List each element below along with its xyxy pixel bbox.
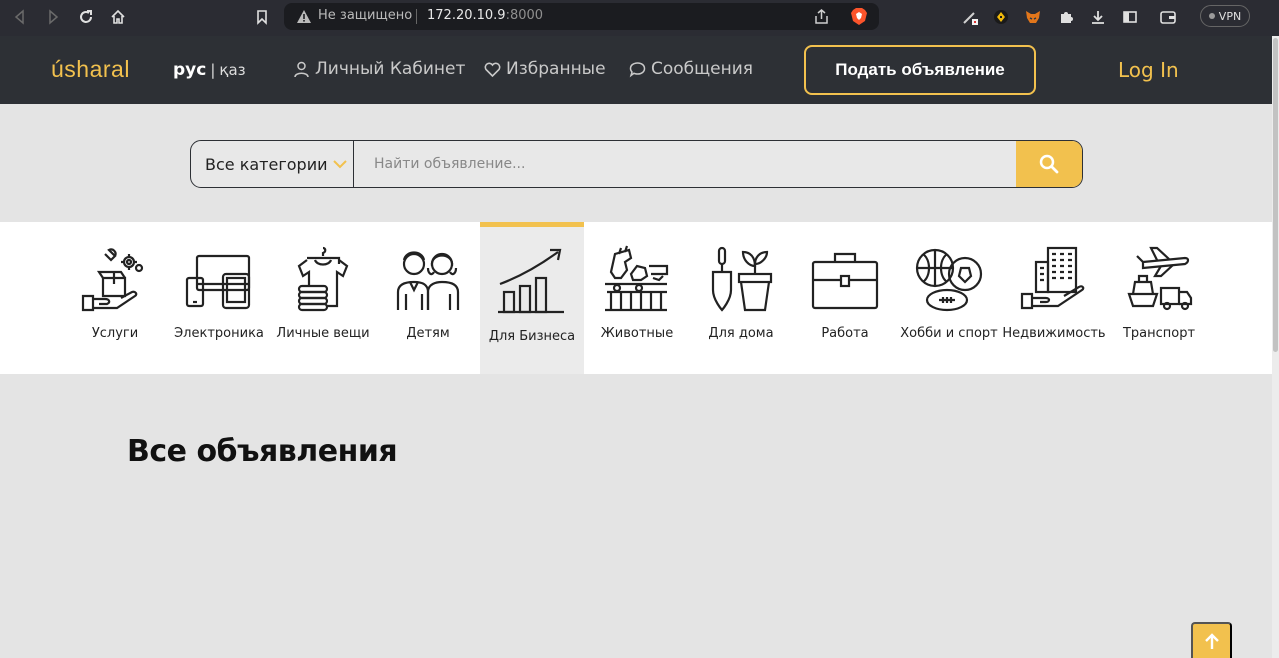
site-logo[interactable]: úsharal [51,56,130,83]
home-icon[interactable] [107,6,129,28]
category-services[interactable]: Услуги [63,222,167,374]
vpn-label: VPN [1218,9,1242,23]
category-sport-label: Хобби и спорт [900,326,998,341]
category-work-label: Работа [821,326,869,341]
scrollbar-thumb[interactable] [1273,38,1278,352]
extensions-puzzle-icon[interactable] [1056,7,1076,27]
electronics-icon [185,254,251,310]
category-realestate-label: Недвижимость [1002,326,1106,341]
animals-icon [605,245,669,312]
address-divider [416,9,417,24]
nav-account-label: Личный Кабинет [315,59,466,79]
search-input[interactable] [355,141,1017,187]
arrow-up-icon [1204,633,1219,649]
share-icon[interactable] [813,8,830,25]
category-business-label: Для Бизнеса [488,329,576,344]
services-icon [81,248,144,312]
metamask-fox-icon[interactable] [1023,7,1043,27]
reload-icon[interactable] [75,6,97,28]
category-personal[interactable]: Личные вещи [271,222,375,374]
vpn-button[interactable]: VPN [1200,5,1250,27]
chevron-down-icon [333,160,348,169]
brave-shield-icon[interactable] [850,7,868,26]
category-sport[interactable]: Хобби и спорт [897,222,1001,374]
briefcase-icon [811,252,879,310]
real-estate-icon [1020,246,1085,310]
category-strip: Услуги Электроника Личные вещи Детям Для… [0,222,1272,374]
binance-extension-icon[interactable] [991,7,1011,27]
user-icon [294,61,309,77]
category-animals-label: Животные [600,326,674,341]
category-services-label: Услуги [91,326,139,341]
security-label: Не защищено [318,8,413,23]
search-button[interactable] [1016,141,1082,187]
message-icon [629,61,646,77]
category-select-label: Все категории [205,154,328,174]
nav-messages-label: Сообщения [651,59,754,79]
download-icon[interactable] [1088,7,1108,27]
heart-icon [484,62,501,77]
category-kids-label: Детям [406,326,450,341]
nav-favorites[interactable]: Избранные [484,59,606,79]
page-scrollbar[interactable] [1272,36,1279,658]
category-realestate[interactable]: Недвижимость [1002,222,1106,374]
nav-favorites-label: Избранные [506,59,606,79]
nav-account[interactable]: Личный Кабинет [293,59,465,79]
category-business[interactable]: Для Бизнеса [480,222,584,374]
sidebar-toggle-icon[interactable] [1120,7,1140,27]
url-text: 172.20.10.9:8000 [427,8,544,23]
lang-divider: | [210,61,216,79]
category-kids[interactable]: Детям [376,222,480,374]
page-title: Все объявления [127,434,398,469]
category-transport[interactable]: Транспорт [1107,222,1211,374]
category-home[interactable]: Для дома [689,222,793,374]
login-link[interactable]: Log In [1118,58,1179,82]
category-home-label: Для дома [708,326,774,341]
search-icon [1039,154,1059,174]
wallet-icon[interactable] [1158,7,1178,27]
pen-extension-icon[interactable] [960,7,980,27]
post-ad-button[interactable]: Подать объявление [804,45,1036,95]
category-electronics[interactable]: Электроника [167,222,271,374]
lang-ru[interactable]: рус [173,60,206,80]
nav-messages[interactable]: Сообщения [629,59,753,79]
category-transport-label: Транспорт [1122,326,1196,341]
browser-toolbar: Не защищено 172.20.10.9:8000 VPN [0,0,1279,36]
category-electronics-label: Электроника [174,326,264,341]
sports-balls-icon [915,248,983,312]
vpn-status-dot [1208,13,1215,19]
warning-icon [297,10,311,23]
business-chart-icon [498,248,564,314]
clothing-icon [297,246,349,312]
kids-icon [396,251,460,310]
language-switcher: рус | қаз [173,60,246,80]
category-personal-label: Личные вещи [276,326,370,341]
bookmark-icon[interactable] [251,6,273,28]
forward-icon[interactable] [42,6,64,28]
back-icon[interactable] [9,6,31,28]
site-header: úsharal рус | қаз Личный Кабинет Избранные… [0,36,1272,104]
category-select[interactable]: Все категории [191,141,354,187]
transport-icon [1127,246,1193,311]
category-work[interactable]: Работа [793,222,897,374]
lang-kz[interactable]: қаз [219,61,245,79]
search-bar: Все категории [190,140,1083,188]
home-garden-icon [711,246,773,312]
address-bar[interactable]: Не защищено 172.20.10.9:8000 [284,3,879,30]
category-animals[interactable]: Животные [585,222,689,374]
scroll-to-top-button[interactable] [1191,622,1232,658]
